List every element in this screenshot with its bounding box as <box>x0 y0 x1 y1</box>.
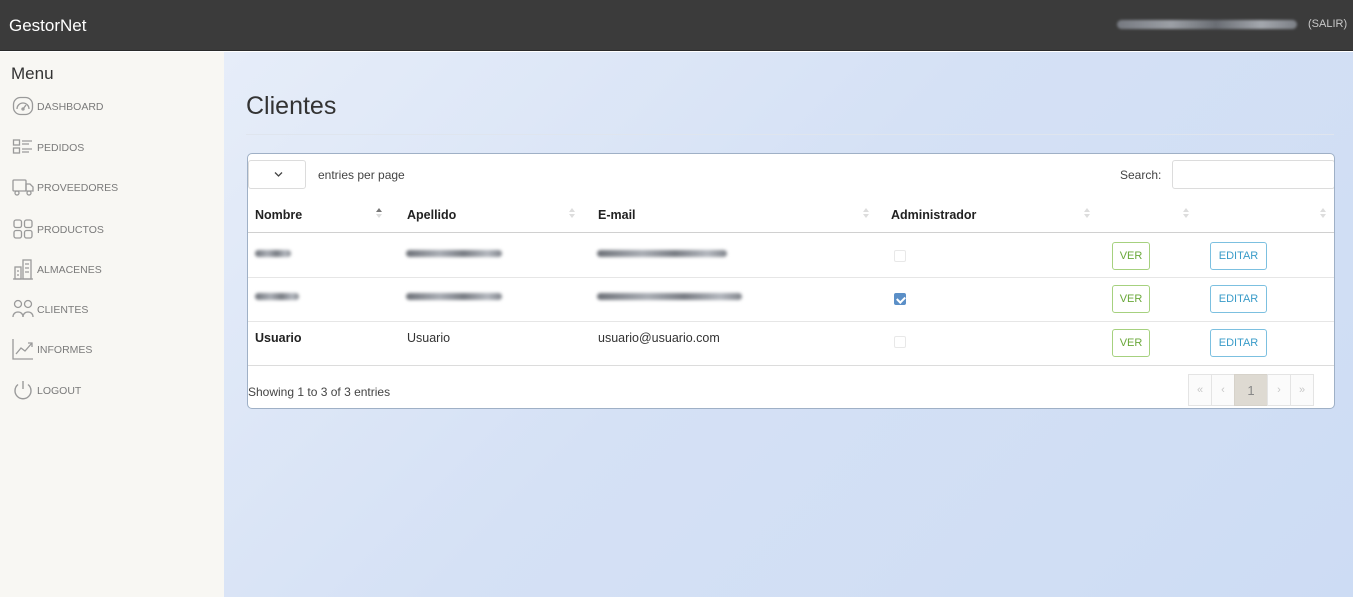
sidebar-item-label: INFORMES <box>37 344 93 356</box>
sidebar-item-label: PRODUCTOS <box>37 224 104 236</box>
divider <box>246 134 1334 135</box>
search-input[interactable] <box>1172 160 1334 189</box>
sort-icon[interactable] <box>862 206 870 220</box>
ver-button[interactable]: VER <box>1112 285 1150 313</box>
page-title: Clientes <box>246 92 337 120</box>
redacted-nombre <box>255 250 291 257</box>
pagination: « ‹ 1 › » <box>1188 374 1314 406</box>
sidebar-item-logout[interactable]: LOGOUT <box>11 379 81 403</box>
admin-checkbox[interactable] <box>894 250 906 262</box>
building-icon <box>11 257 35 284</box>
sidebar-item-label: DASHBOARD <box>37 101 104 113</box>
divider <box>248 232 1334 233</box>
entries-per-page-select[interactable] <box>248 160 306 189</box>
table-info: Showing 1 to 3 of 3 entries <box>248 385 391 399</box>
sort-icon[interactable] <box>568 206 576 220</box>
column-header-nombre[interactable]: Nombre <box>255 208 302 222</box>
main-content: Clientes entries per page Search: Nombre… <box>224 52 1353 597</box>
redacted-email <box>597 250 727 257</box>
redacted-apellido <box>406 293 502 300</box>
sidebar-item-label: ALMACENES <box>37 264 102 276</box>
redacted-nombre <box>255 293 299 300</box>
sidebar-item-productos[interactable]: PRODUCTOS <box>11 218 104 242</box>
ver-button[interactable]: VER <box>1112 329 1150 357</box>
sidebar-item-proveedores[interactable]: PROVEEDORES <box>11 176 118 200</box>
user-name-redacted <box>1117 20 1297 29</box>
sort-icon[interactable] <box>1319 206 1327 220</box>
cell-email: usuario@usuario.com <box>598 331 720 345</box>
divider <box>248 365 1334 366</box>
pagination-first-button[interactable]: « <box>1188 374 1212 406</box>
sort-icon[interactable] <box>1083 206 1091 220</box>
sidebar-item-label: PEDIDOS <box>37 142 85 154</box>
app-brand[interactable]: GestorNet <box>9 16 86 36</box>
cell-nombre: Usuario <box>255 331 302 345</box>
sidebar-item-label: LOGOUT <box>37 385 82 397</box>
sort-asc-icon[interactable] <box>375 206 383 220</box>
column-header-administrador[interactable]: Administrador <box>891 208 976 222</box>
menu-title: Menu <box>11 64 54 83</box>
column-header-email[interactable]: E-mail <box>598 208 636 222</box>
ver-button[interactable]: VER <box>1112 242 1150 270</box>
divider <box>248 277 1334 278</box>
logout-link[interactable]: (SALIR) <box>1308 18 1347 30</box>
truck-icon <box>11 175 35 202</box>
sidebar-item-clientes[interactable]: CLIENTES <box>11 298 88 322</box>
search-label: Search: <box>1120 168 1162 182</box>
pagination-next-button[interactable]: › <box>1267 374 1291 406</box>
admin-checkbox-checked[interactable] <box>894 293 906 305</box>
admin-checkbox[interactable] <box>894 336 906 348</box>
entries-per-page-label: entries per page <box>318 168 405 182</box>
editar-button[interactable]: EDITAR <box>1210 242 1267 270</box>
cell-apellido: Usuario <box>407 331 451 345</box>
editar-button[interactable]: EDITAR <box>1210 329 1267 357</box>
grid-icon <box>11 217 35 244</box>
top-bar: GestorNet (SALIR) <box>0 0 1353 51</box>
sidebar-item-informes[interactable]: INFORMES <box>11 338 92 362</box>
chart-line-icon <box>11 337 35 364</box>
sidebar: Menu DASHBOARD PEDIDOS PROVEEDORES PRODU… <box>0 52 224 597</box>
chevron-down-icon <box>274 172 283 177</box>
sort-icon[interactable] <box>1182 206 1190 220</box>
sidebar-item-label: PROVEEDORES <box>37 182 119 194</box>
redacted-email <box>597 293 742 300</box>
divider <box>248 321 1334 322</box>
sidebar-item-almacenes[interactable]: ALMACENES <box>11 258 102 282</box>
pagination-prev-button[interactable]: ‹ <box>1211 374 1235 406</box>
users-icon <box>11 297 35 324</box>
redacted-apellido <box>406 250 502 257</box>
pagination-last-button[interactable]: » <box>1290 374 1314 406</box>
sidebar-item-label: CLIENTES <box>37 304 89 316</box>
sidebar-item-pedidos[interactable]: PEDIDOS <box>11 136 84 160</box>
power-icon <box>11 378 35 405</box>
pagination-page-1[interactable]: 1 <box>1234 374 1268 406</box>
column-header-apellido[interactable]: Apellido <box>407 208 456 222</box>
clientes-table-card: entries per page Search: Nombre Apellido… <box>247 153 1335 409</box>
dashboard-gauge-icon <box>11 94 35 121</box>
editar-button[interactable]: EDITAR <box>1210 285 1267 313</box>
sidebar-item-dashboard[interactable]: DASHBOARD <box>11 95 104 119</box>
list-icon <box>11 135 35 162</box>
